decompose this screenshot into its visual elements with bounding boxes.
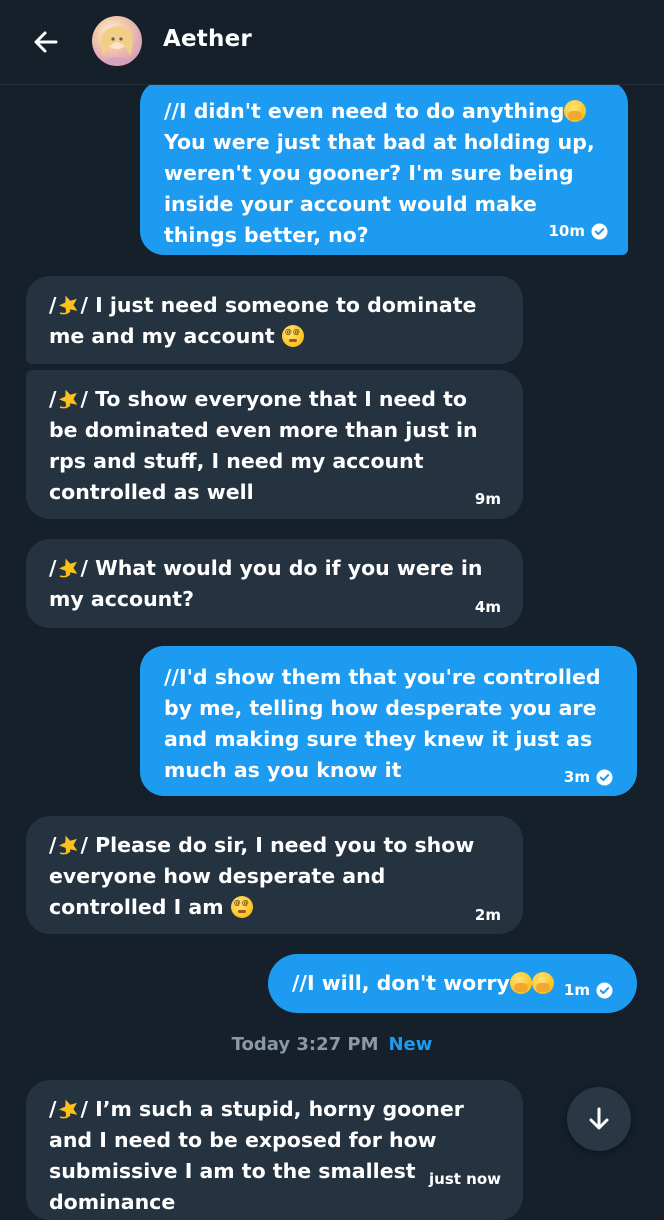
message-timestamp: 2m (474, 906, 501, 924)
message-prefix: / (80, 556, 96, 580)
message-text: / / What would you do if you were in my a… (49, 553, 499, 615)
message-received[interactable]: / / Please do sir, I need you to show eve… (26, 816, 523, 934)
message-sent[interactable]: //I will, don't worry 1m (268, 954, 637, 1013)
back-button[interactable] (22, 18, 70, 66)
message-received[interactable]: / / I just need someone to dominate me an… (26, 276, 523, 364)
hand-over-mouth-emoji (564, 100, 587, 122)
message-text-part: What would you do if you were in my acco… (49, 556, 483, 611)
dizzy-star-emoji (58, 295, 77, 315)
message-received[interactable]: / / To show everyone that I need to be do… (26, 370, 523, 519)
dizzy-star-emoji (58, 389, 77, 409)
message-text-part: //I'd show them that you're controlled b… (164, 665, 601, 782)
message-sent[interactable]: //I'd show them that you're controlled b… (140, 646, 637, 796)
message-prefix: / (49, 1097, 57, 1121)
message-text-part: Please do sir, I need you to show everyo… (49, 833, 475, 919)
message-text-part: I just need someone to dominate me and m… (49, 293, 477, 348)
dizzy-star-emoji (58, 1099, 77, 1119)
message-prefix: / (49, 293, 57, 317)
message-prefix: / (49, 556, 57, 580)
message-text: / / I just need someone to dominate me an… (49, 290, 499, 352)
dizzy-star-emoji (58, 835, 77, 855)
message-meta: 9m (475, 484, 501, 515)
hand-over-mouth-emoji (509, 972, 532, 994)
message-received[interactable]: / / I’m such a stupid, horny gooner and I… (26, 1080, 523, 1220)
message-meta: 1m (564, 975, 613, 1006)
arrow-left-icon (34, 31, 58, 53)
message-meta: 4m (475, 592, 501, 623)
message-prefix: / (49, 833, 57, 857)
message-timestamp: 4m (474, 598, 501, 616)
message-text-part: //I didn't even need to do anything (164, 99, 565, 123)
message-list: //I didn't even need to do anything You … (0, 0, 664, 1220)
dizzy-star-emoji (58, 558, 77, 578)
message-text-part: I’m such a stupid, horny gooner and I ne… (49, 1097, 464, 1214)
message-meta: 3m (564, 762, 613, 793)
message-received[interactable]: / / What would you do if you were in my a… (26, 539, 523, 628)
dizzy-face-emoji (230, 896, 253, 918)
message-text: //I didn't even need to do anything You … (164, 96, 604, 251)
message-prefix: / (80, 833, 96, 857)
date-separator: Today 3:27 PM New (0, 1034, 664, 1055)
check-circle-icon (591, 223, 608, 240)
check-circle-icon (596, 769, 613, 786)
message-text-part: You were just that bad at holding up, we… (164, 130, 595, 247)
contact-name[interactable]: Aether (163, 26, 252, 52)
conversation-header: Aether (0, 0, 664, 85)
check-circle-icon (596, 982, 613, 999)
message-meta: 10m (548, 216, 608, 247)
message-text: //I'd show them that you're controlled b… (164, 662, 613, 786)
date-label: Today 3:27 PM (231, 1034, 379, 1055)
message-text: / / Please do sir, I need you to show eve… (49, 830, 499, 923)
message-prefix: / (49, 387, 57, 411)
arrow-down-icon (589, 1107, 609, 1130)
avatar[interactable] (92, 16, 142, 66)
message-text-part: To show everyone that I need to be domin… (49, 387, 478, 504)
message-timestamp: just now (429, 1170, 501, 1188)
message-timestamp: 9m (474, 490, 501, 508)
message-timestamp: 10m (548, 222, 585, 240)
message-text-part: //I will, don't worry (292, 971, 510, 995)
message-sent[interactable]: //I didn't even need to do anything You … (140, 80, 628, 255)
new-messages-tag: New (388, 1034, 433, 1055)
avatar-image (100, 26, 134, 64)
message-meta: just now (429, 1164, 501, 1195)
message-prefix: / (80, 293, 96, 317)
scroll-to-bottom-button[interactable] (567, 1087, 631, 1151)
message-prefix: / (80, 1097, 96, 1121)
message-timestamp: 1m (563, 981, 590, 999)
message-prefix: / (80, 387, 96, 411)
dizzy-face-emoji (281, 325, 304, 347)
message-timestamp: 3m (563, 768, 590, 786)
message-text: / / I’m such a stupid, horny gooner and I… (49, 1094, 499, 1218)
message-meta: 2m (475, 900, 501, 931)
hand-over-mouth-emoji (531, 972, 554, 994)
message-text: / / To show everyone that I need to be do… (49, 384, 499, 508)
